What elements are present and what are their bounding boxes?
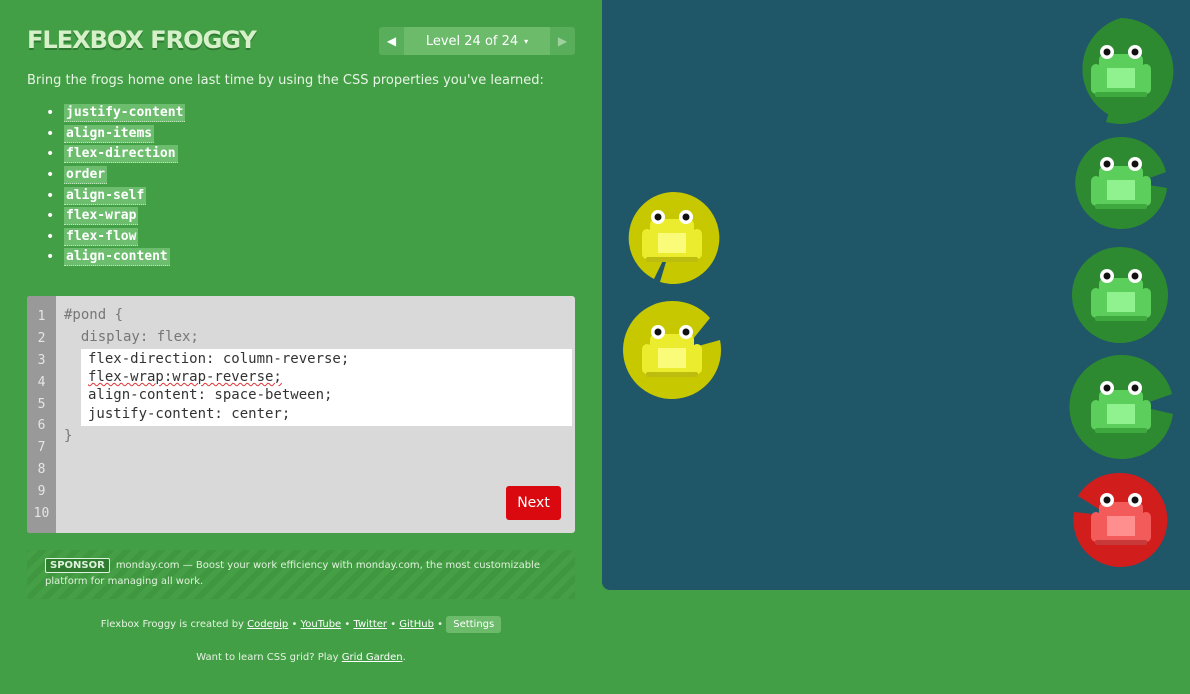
separator: • <box>344 619 351 630</box>
list-item: • order <box>46 165 185 186</box>
app-title: FLEXBOX FROGGY <box>27 26 257 54</box>
yellow-frog-icon <box>642 210 702 262</box>
bullet: • <box>46 167 55 184</box>
settings-button[interactable]: Settings <box>446 616 502 633</box>
sponsor-banner[interactable]: SPONSOR monday.com — Boost your work effi… <box>27 550 575 599</box>
pond <box>602 0 1190 590</box>
input-line: flex-wrap:wrap-reverse; <box>88 369 282 386</box>
grid-garden-link[interactable]: Grid Garden <box>342 652 403 663</box>
code-line-closing: } <box>64 428 73 444</box>
level-text: Level 24 of 24 <box>425 33 519 49</box>
code-line-selector: #pond { <box>64 307 124 323</box>
bullet: • <box>46 105 55 122</box>
bullet: • <box>46 228 55 245</box>
codepip-link[interactable]: Codepip <box>247 619 288 630</box>
green-frog-icon <box>1091 45 1151 97</box>
youtube-link[interactable]: YouTube <box>301 619 342 630</box>
separator: • <box>437 619 444 630</box>
green-frog-icon <box>1091 381 1151 433</box>
bullet: • <box>46 208 55 225</box>
code-line-display: display: flex; <box>64 329 199 345</box>
arrow-left-icon: ◀ <box>386 34 397 48</box>
level-indicator[interactable]: Level 24 of 24 ▾ <box>404 27 550 55</box>
property-tag[interactable]: flex-wrap <box>64 207 139 226</box>
previous-level-button[interactable]: ◀ <box>379 27 404 55</box>
instructions: Bring the frogs home one last time by us… <box>27 73 544 88</box>
line-numbers: 1 2 3 4 5 6 7 8 9 10 <box>27 296 56 533</box>
line-number: 9 <box>37 483 46 499</box>
next-button[interactable]: Next <box>506 486 561 520</box>
list-item: • flex-direction <box>46 144 185 165</box>
property-tag[interactable]: justify-content <box>64 104 186 123</box>
code-area: #pond { display: flex; flex-direction: c… <box>64 296 575 533</box>
red-frog-icon <box>1091 493 1151 545</box>
bullet: • <box>46 125 55 142</box>
caret-down-icon: ▾ <box>524 36 529 46</box>
level-navigation: ◀ Level 24 of 24 ▾ ▶ <box>379 27 575 55</box>
list-item: • justify-content <box>46 103 186 124</box>
green-frog-icon <box>1091 269 1151 321</box>
list-item: • align-content <box>46 247 185 268</box>
list-item: • align-self <box>46 185 185 206</box>
css-input[interactable]: flex-direction: column-reverse; flex-wra… <box>81 349 572 426</box>
property-tag[interactable]: flex-direction <box>64 145 178 164</box>
line-number: 1 <box>37 309 46 325</box>
input-line: justify-content: center; <box>88 405 291 422</box>
separator: • <box>291 619 298 630</box>
property-tag[interactable]: flex-flow <box>64 227 139 246</box>
green-frog-icon <box>1091 157 1151 209</box>
grid-text: Want to learn CSS grid? Play <box>196 652 339 663</box>
input-line: align-content: space-between; <box>88 387 333 404</box>
sidebar: FLEXBOX FROGGY ◀ Level 24 of 24 ▾ ▶ Brin… <box>0 0 602 694</box>
bullet: • <box>46 187 55 204</box>
property-list: • justify-content • align-items • flex-dire… <box>46 103 186 268</box>
bullet: • <box>46 249 55 266</box>
yellow-frog-icon <box>642 325 702 377</box>
twitter-link[interactable]: Twitter <box>353 619 387 630</box>
list-item: • flex-flow <box>46 227 185 248</box>
sponsor-text: monday.com — Boost your work efficiency … <box>45 560 540 587</box>
separator: • <box>390 619 397 630</box>
line-number: 8 <box>37 461 46 477</box>
property-tag[interactable]: order <box>64 166 108 185</box>
property-tag[interactable]: align-self <box>64 186 147 205</box>
arrow-right-icon: ▶ <box>557 34 568 48</box>
property-tag[interactable]: align-content <box>64 248 170 267</box>
line-number: 5 <box>37 396 46 412</box>
list-item: • flex-wrap <box>46 206 185 227</box>
credits-text: Flexbox Froggy is created by <box>100 619 244 630</box>
code-editor: 1 2 3 4 5 6 7 8 9 10 #pond { display: fl… <box>27 296 575 533</box>
github-link[interactable]: GitHub <box>399 619 434 630</box>
line-number: 7 <box>37 440 46 456</box>
line-number: 6 <box>37 418 46 434</box>
line-number: 3 <box>37 352 46 368</box>
property-tag[interactable]: align-items <box>64 124 155 143</box>
list-item: • align-items <box>46 124 185 145</box>
next-level-button[interactable]: ▶ <box>550 27 575 55</box>
line-number: 10 <box>33 505 50 521</box>
bullet: • <box>46 146 55 163</box>
sponsor-badge: SPONSOR <box>45 558 110 573</box>
line-number: 2 <box>37 331 46 347</box>
input-line: flex-direction: column-reverse; <box>88 351 350 367</box>
line-number: 4 <box>37 374 46 390</box>
footer-grid-garden: Want to learn CSS grid? Play Grid Garden… <box>196 652 406 663</box>
footer-credits: Flexbox Froggy is created by Codepip • Y… <box>0 616 602 633</box>
